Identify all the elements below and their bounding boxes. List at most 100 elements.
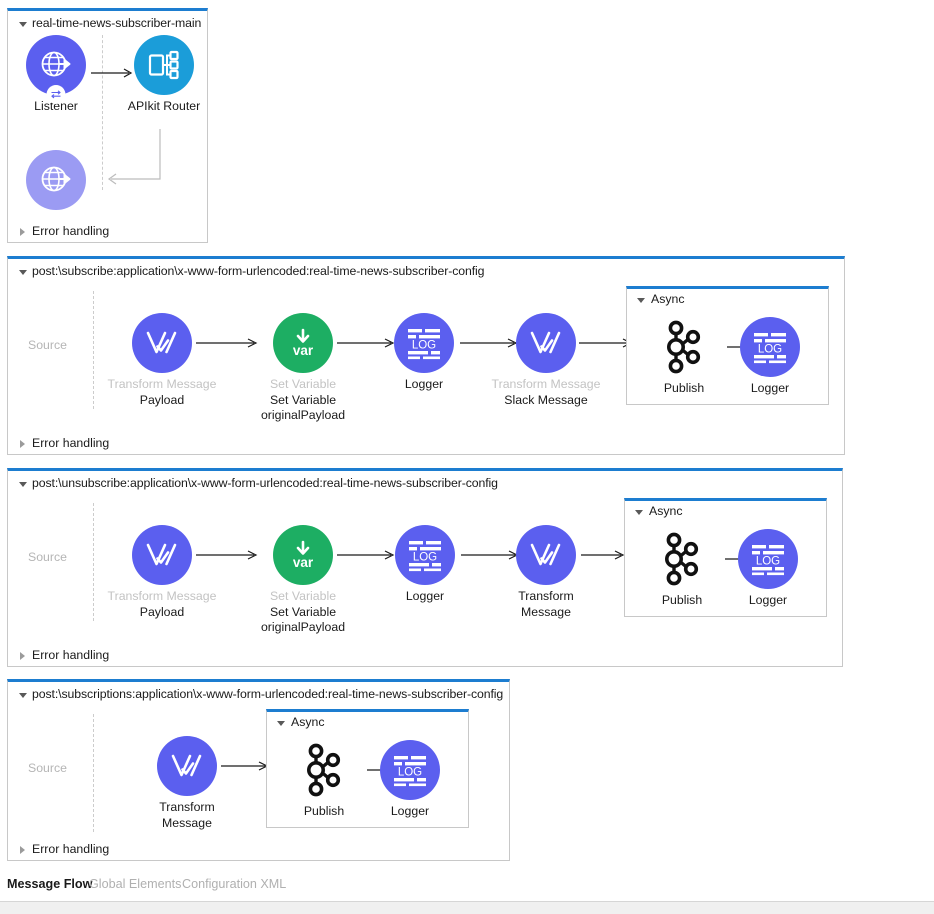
node-label: Transform (159, 800, 215, 814)
source-lane-label: Source (28, 550, 67, 564)
log-lines-glyph: LOG (394, 756, 426, 787)
set-variable-icon: var (273, 525, 333, 585)
dataweave-glyph (146, 543, 177, 566)
flow-title: post:\subscriptions:application\x-www-fo… (32, 687, 504, 701)
message-flow-canvas: real-time-news-subscriber-main Listener … (0, 0, 934, 914)
node-label: Set Variable (269, 589, 337, 603)
transform-message-icon (132, 525, 192, 585)
transform-message-icon (516, 525, 576, 585)
node-label: Transform Message (107, 589, 217, 603)
node-set-variable-original-payload[interactable]: var Set Variable Set Variable originalPa… (242, 313, 364, 424)
scope-title: Async (649, 504, 683, 518)
error-handling-label[interactable]: Error handling (32, 224, 109, 238)
tab-message-flow[interactable]: Message Flow (7, 877, 92, 891)
node-label: Logger (750, 381, 790, 395)
globe-arrow-glyph (41, 166, 71, 192)
var-down-arrow-glyph: var (293, 328, 314, 358)
node-label-line2: Message (162, 815, 212, 830)
svg-text:LOG: LOG (412, 340, 436, 352)
flow-post-subscribe[interactable]: post:\subscribe:application\x-www-form-u… (7, 256, 845, 455)
node-transform-message-payload[interactable]: Transform Message Payload (102, 313, 222, 408)
node-label: Transform Message (107, 377, 217, 391)
lane-divider (93, 291, 94, 409)
collapse-toggle-icon[interactable] (19, 482, 27, 487)
scope-async[interactable]: Async Publish LOG Logger (624, 498, 827, 617)
scope-async[interactable]: Async Publish LOG Logger (626, 286, 829, 405)
flow-post-subscriptions[interactable]: post:\subscriptions:application\x-www-fo… (7, 679, 510, 861)
expand-toggle-icon[interactable] (20, 440, 25, 448)
transform-message-icon (516, 313, 576, 373)
kafka-publish-icon (654, 317, 714, 377)
node-sublabel: Set Variable (269, 604, 337, 619)
source-lane-label: Source (28, 338, 67, 352)
lane-divider (93, 503, 94, 621)
node-kafka-publish[interactable]: Publish (644, 529, 720, 609)
logger-icon: LOG (740, 317, 800, 377)
node-logger[interactable]: LOG Logger (387, 525, 463, 605)
node-label: Publish (303, 804, 345, 818)
kafka-publish-icon (294, 740, 354, 800)
node-transform-message[interactable]: Transform Message (149, 736, 225, 831)
node-sublabel-2: originalPayload (260, 620, 346, 634)
svg-text:LOG: LOG (756, 556, 780, 568)
logger-icon: LOG (394, 313, 454, 373)
collapse-toggle-icon[interactable] (635, 510, 643, 515)
flow-post-unsubscribe[interactable]: post:\unsubscribe:application\x-www-form… (7, 468, 843, 667)
node-http-listener[interactable]: Listener (25, 35, 87, 115)
node-label: Publish (661, 593, 703, 607)
collapse-toggle-icon[interactable] (637, 298, 645, 303)
node-sublabel: Slack Message (504, 392, 588, 407)
node-transform-message[interactable]: Transform Message (508, 525, 584, 620)
node-transform-message-slack[interactable]: Transform Message Slack Message (486, 313, 606, 408)
collapse-toggle-icon[interactable] (277, 721, 285, 726)
expand-toggle-icon[interactable] (20, 228, 25, 236)
node-label: Publish (663, 381, 705, 395)
node-logger[interactable]: LOG Logger (386, 313, 462, 393)
collapse-toggle-icon[interactable] (19, 270, 27, 275)
globe-arrow-glyph (41, 51, 71, 77)
connector-arrow (581, 549, 629, 561)
transform-message-icon (157, 736, 217, 796)
node-apikit-router[interactable]: APIkit Router (123, 35, 205, 115)
node-kafka-publish[interactable]: Publish (286, 740, 362, 820)
node-transform-message-payload[interactable]: Transform Message Payload (102, 525, 222, 620)
node-logger[interactable]: LOG Logger (727, 529, 809, 609)
router-branch-glyph (148, 50, 179, 80)
exchange-arrows-glyph (51, 90, 61, 99)
connector-return-path (98, 129, 168, 189)
dataweave-glyph (146, 331, 177, 354)
flow-real-time-news-subscriber-main[interactable]: real-time-news-subscriber-main Listener … (7, 8, 208, 243)
node-logger[interactable]: LOG Logger (729, 317, 811, 397)
transform-message-icon (132, 313, 192, 373)
kafka-logo-glyph (665, 532, 699, 586)
node-label: Logger (404, 377, 444, 391)
node-logger[interactable]: LOG Logger (369, 740, 451, 820)
node-http-response[interactable] (25, 150, 87, 210)
collapse-toggle-icon[interactable] (19, 693, 27, 698)
dataweave-glyph (171, 754, 202, 777)
error-handling-label[interactable]: Error handling (32, 648, 109, 662)
logger-icon: LOG (380, 740, 440, 800)
node-label: APIkit Router (127, 99, 201, 113)
tab-global-elements[interactable]: Global Elements (89, 877, 181, 891)
expand-toggle-icon[interactable] (20, 652, 25, 660)
node-sublabel-2: originalPayload (260, 408, 346, 422)
error-handling-label[interactable]: Error handling (32, 436, 109, 450)
tab-configuration-xml[interactable]: Configuration XML (182, 877, 286, 891)
dataweave-glyph (530, 331, 561, 354)
node-kafka-publish[interactable]: Publish (646, 317, 722, 397)
source-lane-label: Source (28, 761, 67, 775)
log-lines-glyph: LOG (754, 333, 786, 364)
node-sublabel: Payload (139, 392, 185, 407)
error-handling-label[interactable]: Error handling (32, 842, 109, 856)
node-sublabel: Set Variable (269, 392, 337, 407)
node-label: Set Variable (269, 377, 337, 391)
svg-text:var: var (293, 343, 314, 358)
status-bar-strip (0, 902, 934, 914)
scope-async[interactable]: Async Publish LOG Logger (266, 709, 469, 828)
collapse-toggle-icon[interactable] (19, 22, 27, 27)
node-set-variable-original-payload[interactable]: var Set Variable Set Variable originalPa… (242, 525, 364, 636)
kafka-logo-glyph (667, 320, 701, 374)
flow-title: real-time-news-subscriber-main (32, 16, 202, 30)
expand-toggle-icon[interactable] (20, 846, 25, 854)
